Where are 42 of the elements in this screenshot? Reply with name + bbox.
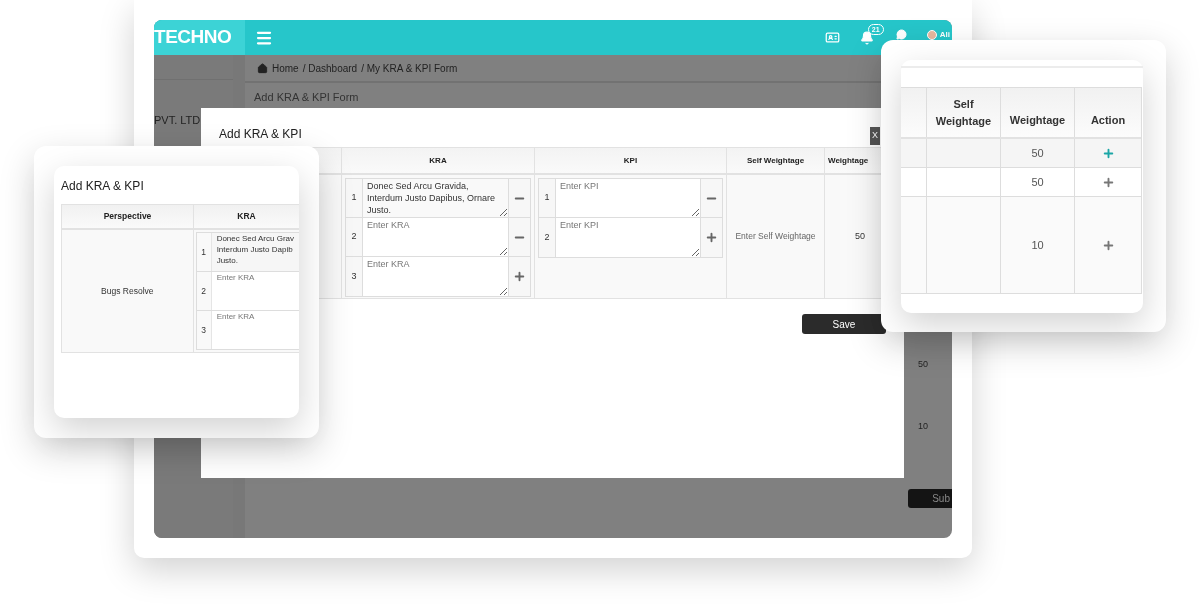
weightage-value: 50 [855, 229, 865, 243]
chat-icon[interactable] [895, 29, 907, 40]
kra-field[interactable]: Enter KRA [211, 272, 299, 310]
card-title: Add KRA & KPI [61, 178, 145, 195]
save-button[interactable]: Save [802, 314, 886, 334]
notifications-icon[interactable] [859, 30, 874, 45]
weightage-cell: 50 [1001, 139, 1075, 167]
column-header: Self Weightage [927, 88, 1001, 137]
column-header: Self Weightage [727, 148, 825, 173]
perspective-cell: Bugs Resolve [101, 284, 154, 298]
row-number: 3 [196, 311, 212, 349]
table-cell-text: 50 [917, 357, 929, 371]
breadcrumb-link[interactable]: Home [272, 60, 299, 76]
close-button[interactable]: X [870, 127, 880, 145]
weightage-cell: 50 [1001, 168, 1075, 196]
submit-button[interactable]: Sub [908, 488, 952, 508]
column-header: KRA [342, 148, 535, 173]
weightage-cell: 10 [1001, 197, 1075, 293]
column-header: Action [1089, 113, 1127, 128]
kra-field[interactable]: Enter KRA [211, 311, 299, 349]
kpi-field[interactable]: Enter KPI [556, 179, 700, 217]
page-title: Add KRA & KPI Form [253, 90, 360, 105]
plus-icon [513, 270, 526, 283]
column-header: KPI [535, 148, 727, 173]
kra-field[interactable]: Enter KRA [363, 257, 508, 296]
modal-title: Add KRA & KPI [219, 126, 302, 143]
company-name: PVT. LTD [154, 113, 202, 128]
home-icon [257, 62, 268, 74]
table-cell-text: 10 [917, 420, 929, 433]
breadcrumb-link[interactable]: / My KRA & KPI Form [361, 60, 458, 76]
column-header: Perspective [62, 205, 194, 228]
row-number: 2 [196, 272, 212, 310]
kpi-field[interactable]: Enter KPI [556, 218, 700, 257]
logo: TECHNO [154, 25, 232, 50]
column-header: KRA [236, 210, 257, 224]
contact-card-icon[interactable] [824, 30, 840, 45]
breadcrumb-link[interactable]: / Dashboard [302, 60, 358, 76]
column-header: Weightage [1001, 88, 1075, 137]
self-weightage-field[interactable]: Enter Self Weightage [735, 230, 816, 243]
plus-icon [705, 231, 718, 244]
kra-field[interactable]: Enter KRA [363, 218, 508, 256]
row-number: 1 [196, 233, 212, 271]
